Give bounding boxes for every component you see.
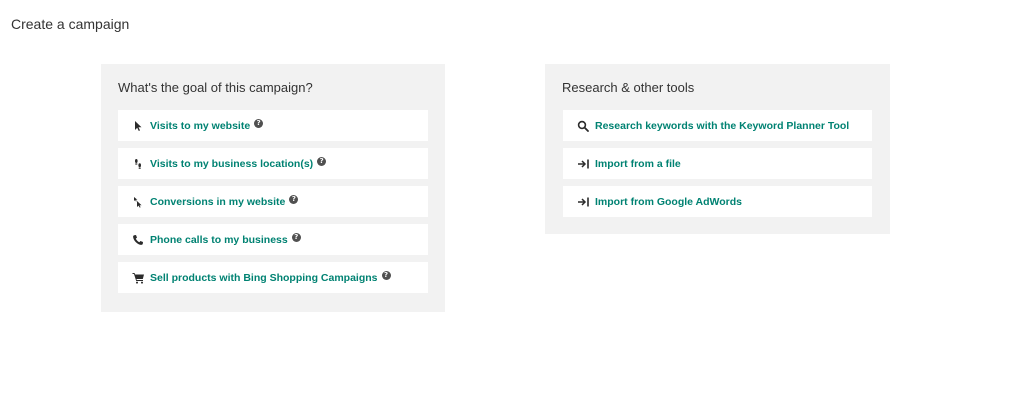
tools-panel-heading: Research & other tools (562, 80, 695, 95)
goal-option-label: Conversions in my website (150, 195, 286, 208)
campaign-goal-panel: What's the goal of this campaign? Visits… (101, 64, 445, 312)
goal-option-label: Phone calls to my business (150, 233, 288, 246)
footsteps-icon (130, 156, 146, 172)
conversion-cursor-icon (130, 194, 146, 210)
goal-option-label: Visits to my website (150, 119, 251, 132)
tool-option-label: Research keywords with the Keyword Plann… (595, 119, 850, 132)
help-icon[interactable]: ? (289, 195, 299, 204)
phone-icon (130, 232, 146, 248)
help-icon[interactable]: ? (317, 157, 327, 166)
search-icon (575, 118, 591, 134)
tool-option-keyword-planner[interactable]: Research keywords with the Keyword Plann… (563, 110, 872, 141)
goal-option-website-visits[interactable]: Visits to my website ? (118, 110, 428, 141)
tool-option-import-file[interactable]: Import from a file (563, 148, 872, 179)
research-tools-panel: Research & other tools Research keywords… (545, 64, 890, 234)
help-icon[interactable]: ? (381, 271, 391, 280)
tool-option-label: Import from Google AdWords (595, 195, 742, 208)
goal-panel-heading: What's the goal of this campaign? (118, 80, 313, 95)
help-icon[interactable]: ? (291, 233, 301, 242)
import-icon (575, 156, 591, 172)
tool-option-import-adwords[interactable]: Import from Google AdWords (563, 186, 872, 217)
import-icon (575, 194, 591, 210)
tool-option-label: Import from a file (595, 157, 681, 170)
help-icon[interactable]: ? (254, 119, 264, 128)
goal-option-phone-calls[interactable]: Phone calls to my business ? (118, 224, 428, 255)
goal-option-location-visits[interactable]: Visits to my business location(s) ? (118, 148, 428, 179)
goal-option-label: Sell products with Bing Shopping Campaig… (150, 271, 378, 284)
cursor-arrow-icon (130, 118, 146, 134)
goal-option-label: Visits to my business location(s) (150, 157, 314, 170)
shopping-cart-icon (130, 270, 146, 286)
goal-option-shopping-campaigns[interactable]: Sell products with Bing Shopping Campaig… (118, 262, 428, 293)
page-title: Create a campaign (11, 16, 130, 32)
goal-option-conversions[interactable]: Conversions in my website ? (118, 186, 428, 217)
